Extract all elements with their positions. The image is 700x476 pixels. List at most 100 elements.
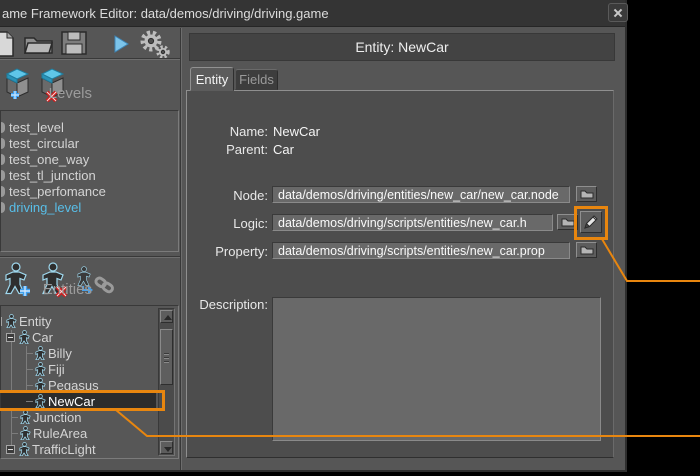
tab-fields[interactable]: Fields — [235, 69, 278, 90]
tree-item-RuleArea[interactable]: RuleArea — [1, 425, 156, 441]
tree-item-TrafficLight[interactable]: TrafficLight — [1, 441, 156, 457]
app-window: ame Framework Editor: data/demos/driving… — [0, 0, 627, 472]
tree-item-label: Billy — [48, 346, 72, 361]
level-item-test_circular[interactable]: test_circular — [1, 135, 178, 151]
pencil-icon — [583, 214, 599, 230]
add-entity-button[interactable] — [3, 262, 33, 303]
divider — [0, 58, 180, 60]
save-icon — [61, 31, 88, 56]
settings-gear-icon — [139, 29, 172, 59]
tree-item-label: Junction — [33, 410, 81, 425]
node-browse-button[interactable] — [576, 186, 597, 202]
tree-item-Car[interactable]: Car — [1, 329, 156, 345]
level-item-driving_level[interactable]: driving_level — [1, 199, 178, 215]
description-textarea[interactable] — [272, 297, 601, 441]
scrollbar-thumb[interactable] — [160, 329, 173, 385]
add-level-icon — [3, 64, 33, 102]
property-browse-button[interactable] — [576, 242, 597, 258]
node-path-field[interactable] — [272, 186, 570, 203]
entity-icon-wrap — [18, 442, 32, 456]
levels-list-box: test_leveltest_circulartest_one_waytest_… — [0, 110, 179, 252]
tree-item-label: Car — [32, 330, 53, 345]
tree-item-partial[interactable] — [1, 457, 156, 459]
level-item-label: test_circular — [9, 136, 79, 151]
entity-icon — [19, 410, 32, 424]
close-button[interactable] — [608, 3, 628, 22]
levels-caption: Levels — [49, 85, 92, 102]
tree-expander-minus[interactable] — [6, 333, 15, 342]
parent-value: Car — [273, 142, 294, 157]
entity-icon — [34, 394, 47, 408]
tree-item-Entity[interactable]: Entity — [1, 313, 156, 329]
level-item-label: test_level — [9, 120, 64, 135]
add-entity-icon — [3, 262, 33, 298]
entity-icon — [18, 330, 31, 344]
tree-guide-stub — [11, 417, 18, 418]
tree-item-Pegasus[interactable]: Pegasus — [1, 377, 156, 393]
description-label: Description: — [160, 297, 268, 312]
level-item-test_perfomance[interactable]: test_perfomance — [1, 183, 178, 199]
level-icon — [1, 186, 5, 197]
folder-icon — [580, 245, 594, 255]
tree-scrollbar[interactable] — [158, 308, 175, 456]
level-item-test_level[interactable]: test_level — [1, 119, 178, 135]
name-value: NewCar — [273, 124, 320, 139]
entity-icon-wrap — [34, 394, 48, 408]
open-folder-button[interactable] — [24, 33, 54, 60]
level-item-label: test_one_way — [9, 152, 89, 167]
tree-guide-stub — [26, 401, 33, 402]
entity-tree-box: EntityCarBillyFijiPegasusNewCarJunctionR… — [0, 305, 179, 459]
folder-icon — [580, 189, 594, 199]
new-file-icon — [0, 31, 16, 57]
entity-icon — [34, 346, 47, 360]
tree-item-label: TrafficLight — [32, 442, 96, 457]
scroll-down-button[interactable] — [160, 441, 173, 454]
level-icon — [1, 138, 5, 149]
tree-item-Junction[interactable]: Junction — [1, 409, 156, 425]
run-icon — [114, 35, 130, 53]
entity-icon-wrap — [34, 362, 48, 376]
level-icon — [1, 122, 5, 133]
entity-tree: EntityCarBillyFijiPegasusNewCarJunctionR… — [1, 313, 156, 459]
tree-item-label: RuleArea — [33, 426, 87, 441]
save-button[interactable] — [61, 31, 88, 61]
parent-label: Parent: — [160, 142, 268, 157]
entity-icon — [19, 426, 32, 440]
tree-item-NewCar[interactable]: NewCar — [1, 393, 156, 409]
tab-entity[interactable]: Entity — [190, 67, 234, 91]
entity-icon — [34, 378, 47, 392]
entity-icon-wrap — [19, 410, 33, 424]
folder-icon — [561, 217, 575, 227]
arrow-down-icon — [164, 447, 172, 452]
window-title: ame Framework Editor: data/demos/driving… — [2, 0, 329, 27]
tree-item-Fiji[interactable]: Fiji — [1, 361, 156, 377]
entity-icon-wrap — [19, 426, 33, 440]
thumb-grip — [164, 353, 169, 354]
tree-guide-stub — [26, 369, 33, 370]
logic-edit-button[interactable] — [580, 211, 602, 233]
tree-item-Billy[interactable]: Billy — [1, 345, 156, 361]
level-item-test_one_way[interactable]: test_one_way — [1, 151, 178, 167]
level-icon — [1, 170, 5, 181]
level-item-label: test_perfomance — [9, 184, 106, 199]
level-item-label: driving_level — [9, 200, 81, 215]
entities-caption: Entities — [43, 281, 92, 298]
divider — [0, 256, 180, 258]
entity-icon — [5, 314, 18, 328]
add-level-button[interactable] — [3, 64, 33, 107]
tree-guide-stub — [26, 385, 33, 386]
logic-browse-button[interactable] — [557, 214, 578, 230]
run-button[interactable] — [114, 35, 130, 58]
tree-expander-minus[interactable] — [0, 317, 2, 326]
entity-icon-wrap — [34, 458, 48, 459]
logic-path-field[interactable] — [272, 214, 553, 231]
tree-expander-minus[interactable] — [6, 445, 15, 454]
level-item-label: test_tl_junction — [9, 168, 96, 183]
level-icon — [1, 154, 5, 165]
title-bar: ame Framework Editor: data/demos/driving… — [0, 0, 625, 27]
tree-item-label: NewCar — [48, 394, 95, 409]
entity-icon — [34, 458, 47, 459]
level-item-test_tl_junction[interactable]: test_tl_junction — [1, 167, 178, 183]
property-path-field[interactable] — [272, 242, 570, 259]
tree-item-label: Pegasus — [48, 378, 99, 393]
